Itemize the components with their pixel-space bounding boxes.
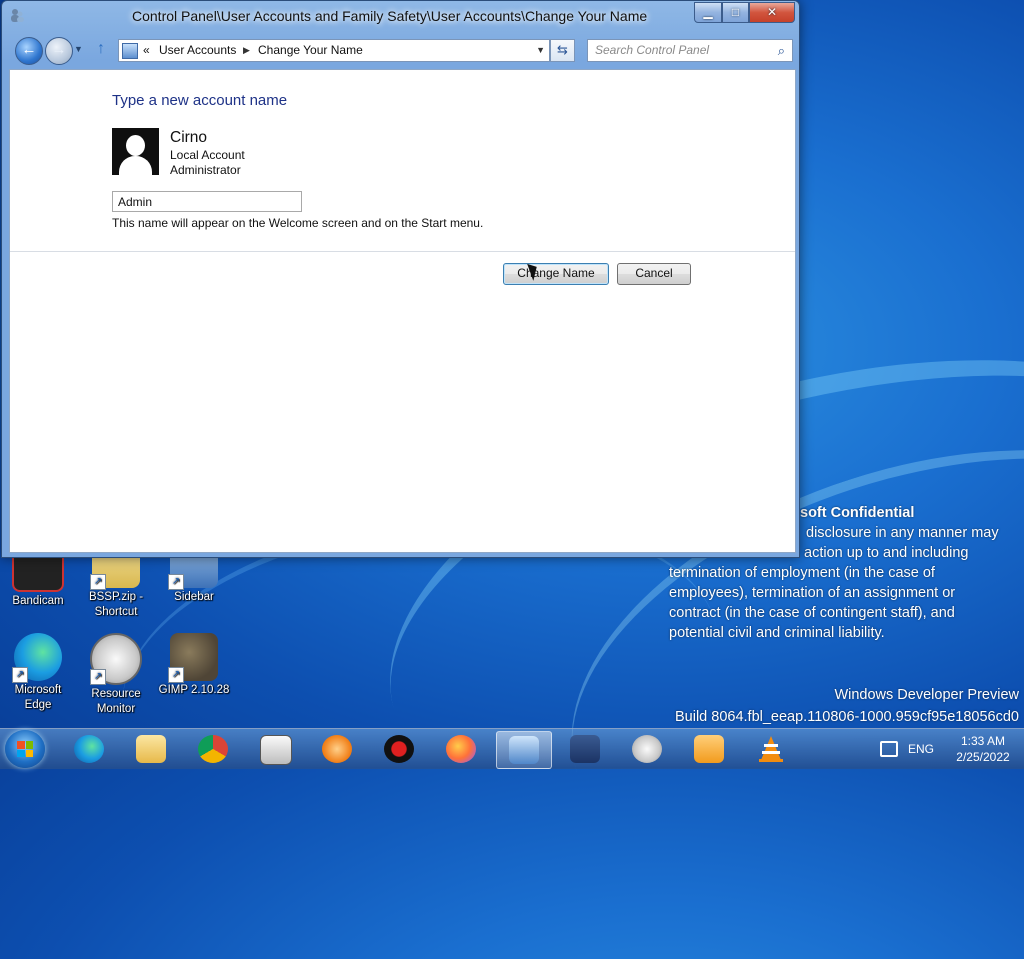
file-explorer-icon: [136, 735, 166, 763]
control-panel-icon: [122, 43, 138, 59]
taskbar-app-bandicam[interactable]: [372, 731, 426, 767]
control-panel-window: Control Panel\User Accounts and Family S…: [1, 0, 800, 558]
network-icon[interactable]: [880, 741, 898, 757]
refresh-icon: ⇆: [557, 42, 568, 57]
clock-time: 1:33 AM: [960, 734, 1006, 748]
breadcrumb-change-your-name[interactable]: Change Your Name: [258, 40, 363, 60]
search-box: ⌕: [587, 39, 793, 62]
user-accounts-icon[interactable]: [9, 7, 25, 23]
taskbar-app-file-explorer[interactable]: [124, 731, 178, 767]
cancel-button[interactable]: Cancel: [617, 263, 691, 285]
taskbar-app-avast[interactable]: [310, 731, 364, 767]
confidential-line: potential civil and criminal liability.: [669, 625, 885, 641]
desktop-icon-label: GIMP 2.10.28: [158, 684, 230, 696]
edge-icon: ↗: [12, 633, 62, 683]
chrome-icon: [198, 735, 228, 763]
taskbar-app-resource-monitor[interactable]: [620, 731, 674, 767]
close-button[interactable]: ✕: [749, 2, 795, 23]
breadcrumb-overflow[interactable]: «: [143, 40, 150, 60]
firefox-icon: [446, 735, 476, 763]
media-player-icon: [694, 735, 724, 763]
taskbar-app-vlc[interactable]: [744, 731, 798, 767]
resource-monitor-icon: [632, 735, 662, 763]
clock-date: 2/25/2022: [956, 750, 1010, 764]
confidential-line: contract (in the case of contingent staf…: [669, 605, 955, 621]
user-avatar: [112, 128, 159, 175]
desktop-icon-label: BSSP.zip - Shortcut: [88, 591, 144, 618]
start-button[interactable]: [5, 730, 45, 768]
windows-logo-icon: [17, 741, 33, 757]
desktop-icon-resource-monitor[interactable]: ↗ Resource Monitor: [80, 633, 152, 717]
bandicam-record-icon: [384, 735, 414, 763]
media-player-classic-icon: [260, 735, 292, 765]
back-button[interactable]: ←: [15, 37, 43, 65]
new-name-input[interactable]: [112, 191, 302, 212]
taskbar-app-firefox[interactable]: [434, 731, 488, 767]
edge-icon: [74, 735, 104, 763]
taskbar-app-control-panel[interactable]: [496, 731, 552, 769]
taskbar-app-media-player-classic[interactable]: [248, 731, 302, 767]
page-title: Type a new account name: [112, 92, 288, 109]
gimp-icon: ↗: [168, 633, 218, 683]
account-role: Administrator: [170, 163, 241, 177]
forward-button[interactable]: →: [45, 37, 73, 65]
desktop-icon-label: Bandicam: [12, 595, 64, 607]
security-center-icon: [570, 735, 600, 763]
taskbar-app-chrome[interactable]: [186, 731, 240, 767]
maximize-icon: □: [731, 5, 740, 19]
up-arrow-icon[interactable]: ↑: [97, 40, 105, 58]
close-icon: ✕: [766, 5, 778, 19]
search-input[interactable]: [595, 40, 765, 60]
account-type: Local Account: [170, 148, 245, 162]
taskbar: ENG 1:33 AM 2/25/2022: [0, 728, 1024, 769]
minimize-button[interactable]: ▁: [694, 2, 722, 23]
forward-arrow-icon: →: [51, 41, 67, 58]
maximize-button[interactable]: □: [722, 2, 749, 23]
refresh-button[interactable]: ⇆: [550, 39, 575, 62]
address-bar[interactable]: « User Accounts ▶ Change Your Name ▼: [118, 39, 550, 62]
content-pane: Type a new account name Cirno Local Acco…: [9, 69, 796, 553]
search-icon[interactable]: ⌕: [778, 41, 785, 61]
address-dropdown-icon[interactable]: ▼: [536, 40, 545, 60]
vlc-icon: [756, 735, 786, 763]
desktop-icon-label: Resource Monitor: [91, 688, 141, 715]
control-panel-icon: [509, 736, 539, 764]
watermark-edition: Windows Developer Preview: [834, 687, 1019, 703]
minimize-icon: ▁: [703, 5, 713, 19]
user-name: Cirno: [170, 129, 208, 146]
watermark-build: Build 8064.fbl_eeap.110806-1000.959cf95e…: [674, 709, 1019, 725]
taskbar-app-edge[interactable]: [62, 731, 116, 767]
breadcrumb-user-accounts[interactable]: User Accounts: [159, 40, 236, 60]
desktop-icon-microsoft-edge[interactable]: ↗ Microsoft Edge: [2, 633, 74, 713]
back-arrow-icon: ←: [21, 41, 37, 58]
change-name-button[interactable]: Change Name: [503, 263, 609, 285]
breadcrumb-chevron-icon[interactable]: ▶: [243, 40, 250, 60]
window-titlebar[interactable]: Control Panel\User Accounts and Family S…: [2, 1, 799, 33]
build-watermark: Windows Developer Preview Build 8064.fbl…: [675, 684, 1019, 728]
recent-pages-dropdown-icon[interactable]: ▼: [74, 44, 83, 54]
name-hint-text: This name will appear on the Welcome scr…: [112, 216, 484, 230]
confidential-line: employees), termination of an assignment…: [669, 585, 956, 601]
language-indicator[interactable]: ENG: [908, 742, 934, 756]
resource-monitor-icon: ↗: [90, 633, 142, 685]
confidential-line: termination of employment (in the case o…: [669, 565, 935, 581]
clock[interactable]: 1:33 AM 2/25/2022: [950, 733, 1016, 765]
desktop-icon-gimp[interactable]: ↗ GIMP 2.10.28: [158, 633, 230, 698]
divider: [10, 251, 795, 252]
taskbar-app-media-player[interactable]: [682, 731, 736, 767]
desktop-icon-label: Sidebar: [174, 591, 214, 603]
navigation-bar: ← → ▼ ↑ « User Accounts ▶ Change Your Na…: [2, 35, 799, 65]
taskbar-app-security-center[interactable]: [558, 731, 612, 767]
desktop-icon-label: Microsoft Edge: [14, 684, 62, 711]
avast-icon: [322, 735, 352, 763]
window-title: Control Panel\User Accounts and Family S…: [132, 8, 648, 24]
